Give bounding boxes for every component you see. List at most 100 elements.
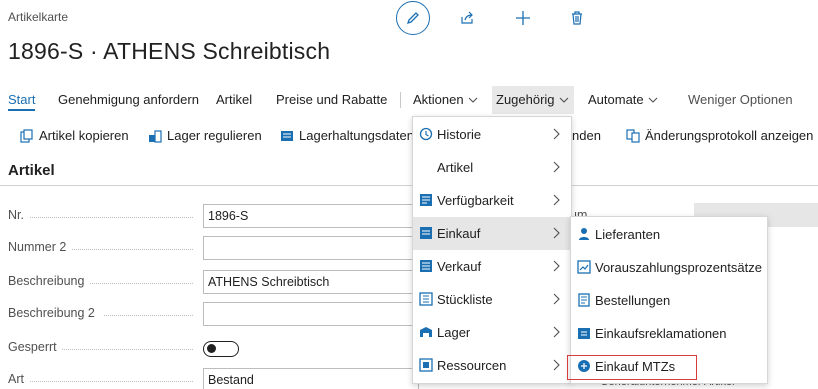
return-icon	[578, 328, 590, 339]
order-icon	[578, 293, 590, 307]
stock-data-icon	[281, 131, 293, 141]
field-no: Nr. 1896-S	[0, 204, 420, 228]
section-title: Artikel	[8, 162, 55, 179]
availability-icon	[420, 194, 432, 206]
submenu-item-label: Bestellungen	[595, 293, 671, 308]
submenu-item-label: Vorauszahlungsprozentsätze	[595, 260, 762, 275]
history-icon	[419, 127, 433, 141]
related-menu: Historie Artikel Verfügbarkeit Einkauf V…	[412, 116, 572, 384]
stock-data-label: Lagerhaltungsdaten e	[299, 128, 425, 143]
chevron-right-icon	[553, 293, 560, 305]
field-dots	[104, 315, 193, 316]
field-label: Beschreibung 2	[8, 306, 95, 320]
menu-item-sales[interactable]: Verkauf	[413, 250, 571, 283]
tab-actions[interactable]: Aktionen	[413, 86, 478, 114]
chevron-right-icon	[553, 260, 560, 272]
section-divider	[0, 185, 818, 186]
inventory-adjust-icon	[149, 130, 162, 143]
prepayment-icon	[577, 260, 591, 274]
menu-item-item[interactable]: Artikel	[413, 151, 571, 184]
action-bar-separator	[400, 92, 401, 108]
pencil-icon[interactable]	[396, 1, 430, 35]
trash-icon[interactable]	[560, 1, 594, 35]
menu-item-availability[interactable]: Verfügbarkeit	[413, 184, 571, 217]
action-bar: Start Genehmigung anfordern Artikel Prei…	[0, 86, 818, 114]
page-title: 1896-S · ATHENS Schreibtisch	[8, 38, 331, 64]
menu-item-label: Historie	[437, 127, 482, 142]
menu-item-resources[interactable]: Ressourcen	[413, 349, 571, 382]
description2-input[interactable]	[203, 302, 419, 326]
field-dots	[30, 381, 193, 382]
field-label: Nr.	[8, 208, 24, 222]
tab-start[interactable]: Start	[8, 86, 36, 114]
field-dots	[30, 217, 193, 218]
no-input[interactable]: 1896-S	[203, 204, 419, 228]
menu-item-label: Verfügbarkeit	[437, 193, 514, 208]
no2-input[interactable]	[203, 236, 419, 260]
type-select[interactable]: Bestand	[203, 368, 419, 389]
submenu-item-returns[interactable]: Einkaufsreklamationen	[571, 317, 767, 350]
field-blocked: Gesperrt	[0, 336, 420, 360]
field-dots	[72, 249, 193, 250]
menu-item-label: Einkauf	[437, 226, 481, 241]
chevron-down-icon	[468, 86, 478, 114]
chevron-down-icon	[648, 86, 658, 114]
field-label: Gesperrt	[8, 340, 57, 354]
chevron-down-icon	[559, 86, 569, 114]
tab-prices-discounts[interactable]: Preise und Rabatte	[276, 86, 387, 114]
submenu-item-orders[interactable]: Bestellungen	[571, 284, 767, 317]
description-input[interactable]: ATHENS Schreibtisch	[203, 270, 419, 294]
field-dots	[62, 349, 193, 350]
tab-request-approval[interactable]: Genehmigung anfordern	[58, 86, 199, 114]
menu-item-purchase[interactable]: Einkauf	[413, 217, 571, 250]
menu-item-history[interactable]: Historie	[413, 118, 571, 151]
copy-item-icon	[20, 129, 33, 143]
tab-related[interactable]: Zugehörig	[492, 86, 574, 114]
menu-item-bom[interactable]: Stückliste	[413, 283, 571, 316]
chevron-right-icon	[553, 326, 560, 338]
menu-item-label: Stückliste	[437, 292, 493, 307]
promoted-actions-bar: Artikel kopieren Lager regulieren Lagerh…	[0, 124, 818, 148]
tab-item[interactable]: Artikel	[216, 86, 252, 114]
copy-item-label: Artikel kopieren	[39, 128, 129, 143]
sales-icon	[420, 260, 432, 272]
chevron-right-icon	[553, 194, 560, 206]
field-type: Art Bestand	[0, 368, 420, 389]
chevron-right-icon	[553, 128, 560, 140]
menu-item-label: Lager	[437, 325, 471, 340]
stock-data-button[interactable]: Lagerhaltungsdaten e	[280, 124, 425, 148]
purchase-icon	[420, 227, 432, 239]
change-log-button[interactable]: Änderungsprotokoll anzeigen	[626, 124, 813, 148]
field-dots	[90, 283, 193, 284]
submenu-item-prepayment[interactable]: Vorauszahlungsprozentsätze	[571, 251, 767, 284]
resources-icon	[419, 358, 433, 372]
chevron-right-icon	[553, 359, 560, 371]
field-label: Nummer 2	[8, 240, 67, 254]
highlight-outline	[567, 355, 697, 380]
submenu-item-label: Lieferanten	[595, 227, 661, 242]
tab-automate[interactable]: Automate	[588, 86, 658, 114]
chevron-right-icon	[553, 161, 560, 173]
promoted-partial-item[interactable]: nden	[572, 124, 601, 148]
promoted-partial-label: nden	[572, 128, 601, 143]
adjust-inventory-button[interactable]: Lager regulieren	[148, 124, 262, 148]
field-label: Beschreibung	[8, 274, 85, 288]
menu-item-label: Verkauf	[437, 259, 482, 274]
menu-item-warehouse[interactable]: Lager	[413, 316, 571, 349]
bom-icon	[419, 292, 433, 306]
vendor-icon	[579, 228, 589, 240]
copy-item-button[interactable]: Artikel kopieren	[20, 124, 129, 148]
field-description2: Beschreibung 2	[0, 302, 420, 326]
submenu-item-vendors[interactable]: Lieferanten	[571, 218, 767, 251]
submenu-item-label: Einkaufsreklamationen	[595, 326, 727, 341]
chevron-right-icon	[553, 227, 560, 239]
change-log-label: Änderungsprotokoll anzeigen	[645, 128, 814, 143]
adjust-inventory-label: Lager regulieren	[167, 128, 262, 143]
plus-icon[interactable]	[506, 1, 540, 35]
field-no2: Nummer 2	[0, 236, 420, 260]
field-description: Beschreibung ATHENS Schreibtisch	[0, 270, 420, 294]
share-icon[interactable]	[450, 1, 484, 35]
change-log-icon	[626, 129, 640, 143]
fewer-options-button[interactable]: Weniger Optionen	[688, 86, 793, 114]
blocked-toggle[interactable]	[203, 341, 239, 357]
